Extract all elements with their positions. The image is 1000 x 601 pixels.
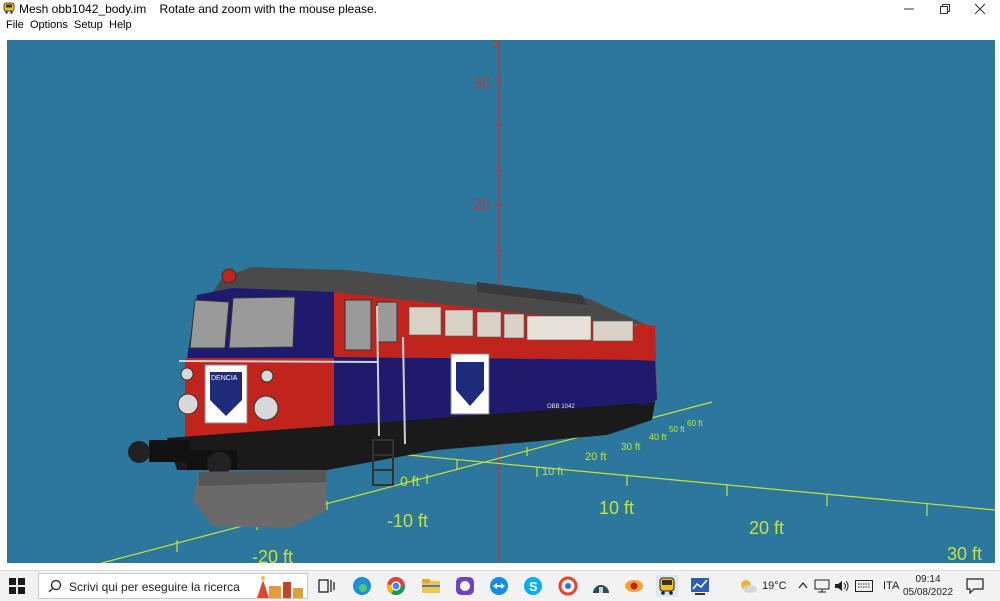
restore-button[interactable] xyxy=(927,0,963,18)
z-axis-label: z xyxy=(493,40,501,52)
floor-label-far-f: 60 ft xyxy=(687,419,703,428)
floor-label-far-g: 0 ft xyxy=(400,473,420,489)
floor-label-near-c: 20 ft xyxy=(749,518,784,538)
teamviewer-icon[interactable] xyxy=(488,575,510,597)
floor-label-far-e: 50 ft xyxy=(669,425,685,434)
keyboard-icon[interactable] xyxy=(855,580,873,592)
language-indicator[interactable]: ITA xyxy=(883,571,899,601)
clock-time: 09:14 xyxy=(915,574,941,585)
floor-label-near-e: -20 ft xyxy=(252,547,293,563)
github-desktop-icon[interactable] xyxy=(454,575,476,597)
floor-label-far-a: 10 ft xyxy=(542,466,563,478)
network-icon[interactable] xyxy=(814,579,830,593)
3d-viewport[interactable]: z 30 20 -10 ft 10 ft 20 ft 30 ft -20 ft … xyxy=(7,40,995,563)
search-icon xyxy=(48,579,62,593)
minimize-icon xyxy=(904,8,914,10)
model-plate: OBB 1042 xyxy=(547,404,575,410)
floor-label-far-c: 30 ft xyxy=(621,442,641,453)
app-dome-icon[interactable] xyxy=(590,575,612,597)
notifications-icon[interactable] xyxy=(966,578,984,594)
weather-temperature[interactable]: 19°C xyxy=(762,571,787,601)
app-swirl-icon[interactable] xyxy=(557,575,579,597)
system-clock[interactable]: 09:14 05/08/2022 xyxy=(902,573,954,599)
menu-setup[interactable]: Setup xyxy=(74,19,103,31)
chevron-up-icon[interactable] xyxy=(798,581,808,589)
search-placeholder: Scrivi qui per eseguire la ricerca xyxy=(69,580,240,594)
close-button[interactable] xyxy=(962,0,998,18)
train-viewer-taskbar-icon[interactable] xyxy=(656,575,678,597)
svg-text:DENCIA: DENCIA xyxy=(211,375,238,382)
edge-browser-icon[interactable] xyxy=(351,575,373,597)
task-view-icon[interactable] xyxy=(316,575,338,597)
scene-canvas: z 30 20 -10 ft 10 ft 20 ft 30 ft -20 ft … xyxy=(101,40,995,563)
app-chart-icon[interactable] xyxy=(689,575,711,597)
app-eye-icon[interactable] xyxy=(623,575,645,597)
window-title: Mesh obb1042_body.im Rotate and zoom wit… xyxy=(19,2,378,16)
floor-label-near-b: 10 ft xyxy=(599,498,634,518)
menu-help[interactable]: Help xyxy=(109,19,132,31)
menu-options[interactable]: Options xyxy=(30,19,68,31)
windows-start-icon[interactable] xyxy=(8,577,26,595)
speaker-icon[interactable] xyxy=(834,579,850,593)
taskbar: Scrivi qui per eseguire la ricerca S 19°… xyxy=(0,570,1000,601)
floor-label-far-b: 20 ft xyxy=(585,451,606,463)
z-tick-20: 20 xyxy=(473,197,491,214)
floor-label-far-d: 40 ft xyxy=(649,432,667,442)
svg-text:S: S xyxy=(529,579,538,594)
clock-date: 05/08/2022 xyxy=(902,587,954,598)
file-explorer-icon[interactable] xyxy=(420,575,442,597)
minimize-button[interactable] xyxy=(891,0,927,18)
restore-icon xyxy=(940,4,950,14)
chrome-browser-icon[interactable] xyxy=(385,575,407,597)
search-highlight-icon xyxy=(257,576,303,598)
train-app-icon xyxy=(3,2,15,14)
close-icon xyxy=(975,4,985,14)
title-bar: Mesh obb1042_body.im Rotate and zoom wit… xyxy=(0,0,1000,18)
menu-file[interactable]: File xyxy=(6,19,24,31)
skype-icon[interactable]: S xyxy=(522,575,544,597)
weather-icon[interactable] xyxy=(738,577,758,595)
menu-bar: File Options Setup Help xyxy=(0,18,1000,34)
floor-label-near-a: -10 ft xyxy=(387,511,428,531)
z-tick-30: 30 xyxy=(473,75,491,92)
taskbar-search-box[interactable]: Scrivi qui per eseguire la ricerca xyxy=(38,573,308,599)
locomotive-model: DENCIA OBB 1042 xyxy=(128,267,657,528)
floor-label-near-d: 30 ft xyxy=(947,544,982,563)
